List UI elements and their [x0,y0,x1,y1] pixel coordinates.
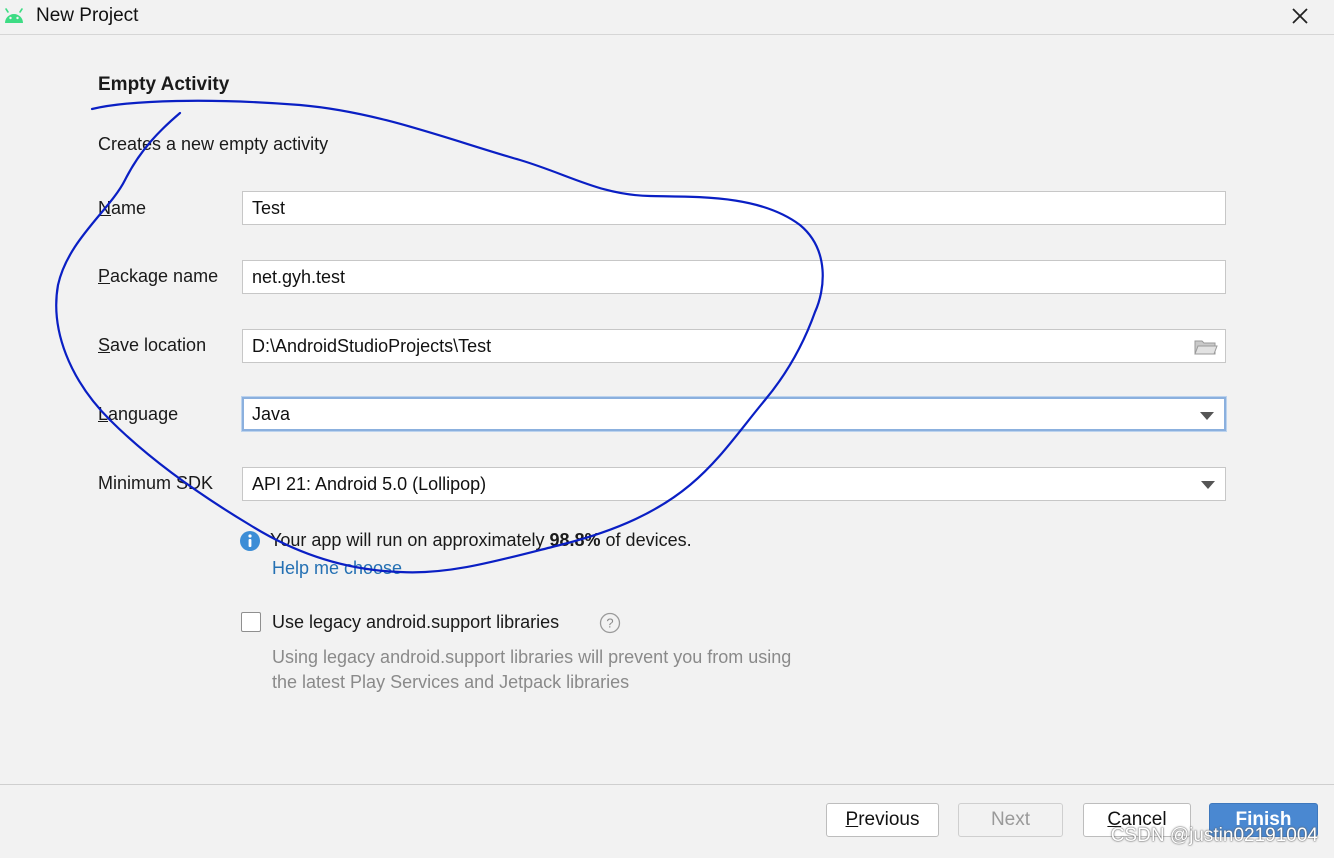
package-name-value: net.gyh.test [252,267,346,287]
template-description: Creates a new empty activity [98,134,329,154]
language-label-mnemonic: L [98,404,109,424]
coverage-percent: 98.8% [549,530,601,550]
name-label: Name [98,198,146,219]
next-button[interactable]: Next [958,803,1063,837]
name-label-mnemonic: N [98,198,111,218]
legacy-support-note: Using legacy android.support libraries w… [272,645,892,695]
save-location-value: D:\AndroidStudioProjects\Test [252,336,492,356]
chevron-down-icon[interactable] [1201,481,1215,489]
name-field-value: Test [252,198,286,218]
legacy-support-checkbox[interactable] [241,612,261,632]
previous-label: revious [858,809,920,830]
package-label-text: ackage name [110,266,219,286]
save-location-label-mnemonic: S [98,335,111,355]
save-location-field[interactable]: D:\AndroidStudioProjects\Test [242,329,1226,363]
svg-text:?: ? [606,616,613,631]
android-logo-icon [5,8,23,23]
previous-mnemonic: P [845,809,859,830]
folder-icon[interactable] [1194,338,1218,356]
help-me-choose-link[interactable]: Help me choose [272,558,402,579]
package-name-label: Package name [98,266,218,287]
save-location-label-text: ave location [110,335,207,355]
template-heading: Empty Activity [98,74,230,95]
coverage-text-after: of devices. [600,530,692,550]
name-field[interactable]: Test [242,191,1226,225]
save-location-label: Save location [98,335,206,356]
title-bar: New Project [0,0,1334,35]
legacy-note-line-1: Using legacy android.support libraries w… [272,647,792,667]
language-select[interactable]: Java [242,397,1226,431]
package-name-field[interactable]: net.gyh.test [242,260,1226,294]
device-coverage-text: Your app will run on approximately 98.8%… [270,530,692,551]
minimum-sdk-value: API 21: Android 5.0 (Lollipop) [252,474,487,494]
language-value: Java [252,404,291,424]
package-label-mnemonic: P [98,266,111,286]
window-title: New Project [36,5,139,26]
watermark: CSDN @justin02191004 [1110,825,1318,846]
minimum-sdk-label: Minimum SDK [98,473,214,493]
info-icon [240,531,260,551]
close-icon[interactable] [1286,2,1314,30]
name-label-text: ame [111,198,147,218]
minimum-sdk-select[interactable]: API 21: Android 5.0 (Lollipop) [242,467,1226,501]
coverage-text-before: Your app will run on approximately [270,530,550,550]
chevron-down-icon[interactable] [1200,412,1214,420]
legacy-note-line-2: the latest Play Services and Jetpack lib… [272,672,630,692]
help-icon[interactable]: ? [599,612,621,634]
language-label-text: anguage [108,404,179,424]
legacy-support-label[interactable]: Use legacy android.support libraries [272,612,559,633]
previous-button[interactable]: Previous [826,803,939,837]
language-label: Language [98,404,178,425]
